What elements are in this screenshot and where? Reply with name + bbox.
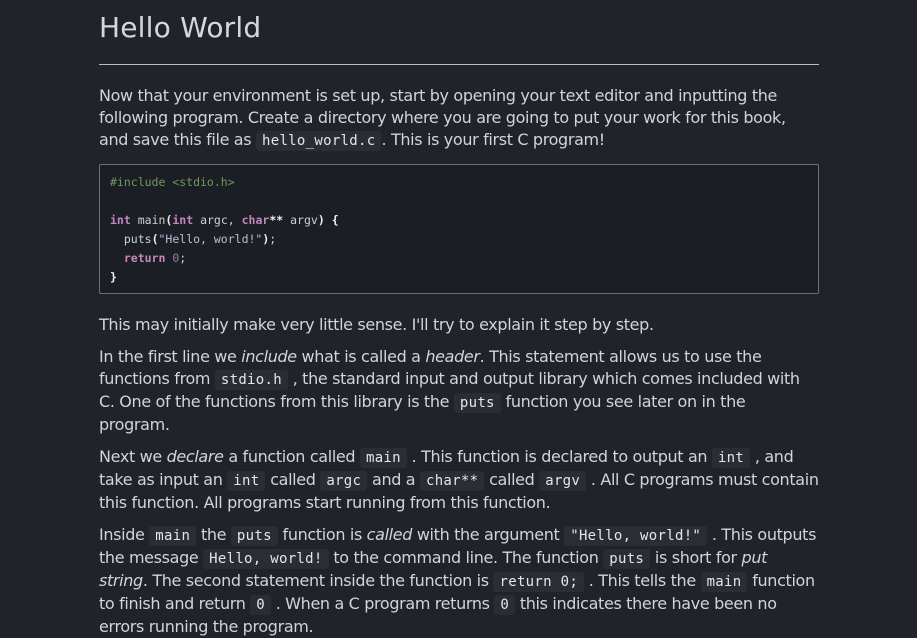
text: Next we — [99, 447, 167, 466]
text: and a — [367, 470, 420, 489]
inline-code: "Hello, world!" — [564, 526, 708, 546]
inline-code: Hello, world! — [203, 549, 329, 569]
text: In the first line we — [99, 347, 242, 366]
inline-code: puts — [230, 526, 278, 546]
inline-code: stdio.h — [214, 370, 288, 390]
inline-code-filename: hello_world.c — [256, 131, 382, 151]
text: a function called — [223, 447, 360, 466]
text: what is called a — [296, 347, 426, 366]
code-keyword: int — [110, 213, 131, 227]
code-include-line: #include <stdio.h> — [110, 175, 235, 189]
paragraph-include: In the first line we include what is cal… — [99, 346, 819, 436]
code-string: "Hello, world!" — [158, 232, 263, 246]
text: called — [484, 470, 540, 489]
text: to the command line. The function — [328, 548, 604, 567]
inline-code: char** — [419, 471, 485, 491]
code-punct: ) — [317, 213, 325, 227]
page-title: Hello World — [99, 0, 819, 65]
code-block: #include <stdio.h> int main ( int argc, ch… — [99, 164, 819, 294]
text: is short for — [650, 548, 742, 567]
code-identifier: argc, — [200, 213, 242, 227]
inline-code: 0 — [494, 595, 516, 615]
emphasis: called — [366, 525, 413, 544]
emphasis: declare — [166, 447, 224, 466]
text: . This is your first C program! — [381, 130, 605, 149]
text: . When a C program returns — [270, 594, 495, 613]
inline-code: main — [359, 448, 407, 468]
text: . This function is declared to output an — [406, 447, 712, 466]
text: the — [196, 525, 231, 544]
code-keyword: char — [241, 213, 270, 227]
article: Hello World Now that your environment is… — [99, 0, 819, 638]
inline-code: 0 — [250, 595, 271, 615]
text: function is — [277, 525, 367, 544]
inline-code: int — [711, 448, 751, 468]
text: . This tells the — [584, 571, 701, 590]
code-punct: ( — [151, 232, 159, 246]
emphasis: header — [425, 347, 480, 366]
inline-code: puts — [453, 393, 501, 413]
emphasis: include — [241, 347, 297, 366]
code-identifier: argv — [283, 213, 318, 227]
code-identifier: puts — [123, 232, 152, 246]
text: Inside — [99, 525, 150, 544]
inline-code: main — [700, 572, 748, 592]
inline-code: puts — [603, 549, 651, 569]
code-punct: } — [110, 270, 117, 284]
inline-code: return 0; — [493, 572, 585, 592]
inline-code: main — [149, 526, 197, 546]
code-punct: ** — [269, 213, 284, 227]
text: . The second statement inside the functi… — [142, 571, 494, 590]
code-identifier: main — [137, 213, 166, 227]
paragraph-inside-main: Inside main the puts function is called … — [99, 524, 819, 638]
code-punct: ; — [269, 232, 277, 246]
code-punct: { — [331, 213, 339, 227]
code-punct: ; — [179, 251, 187, 265]
inline-code: argv — [539, 471, 587, 491]
text: called — [265, 470, 321, 489]
inline-code: argc — [320, 471, 368, 491]
paragraph-declare: Next we declare a function called main .… — [99, 446, 819, 514]
intro-paragraph: Now that your environment is set up, sta… — [99, 85, 819, 152]
paragraph-explain: This may initially make very little sens… — [99, 315, 654, 334]
code-keyword: return — [123, 251, 166, 265]
code-keyword: int — [172, 213, 194, 227]
text: with the argument — [412, 525, 565, 544]
inline-code: int — [227, 471, 266, 491]
